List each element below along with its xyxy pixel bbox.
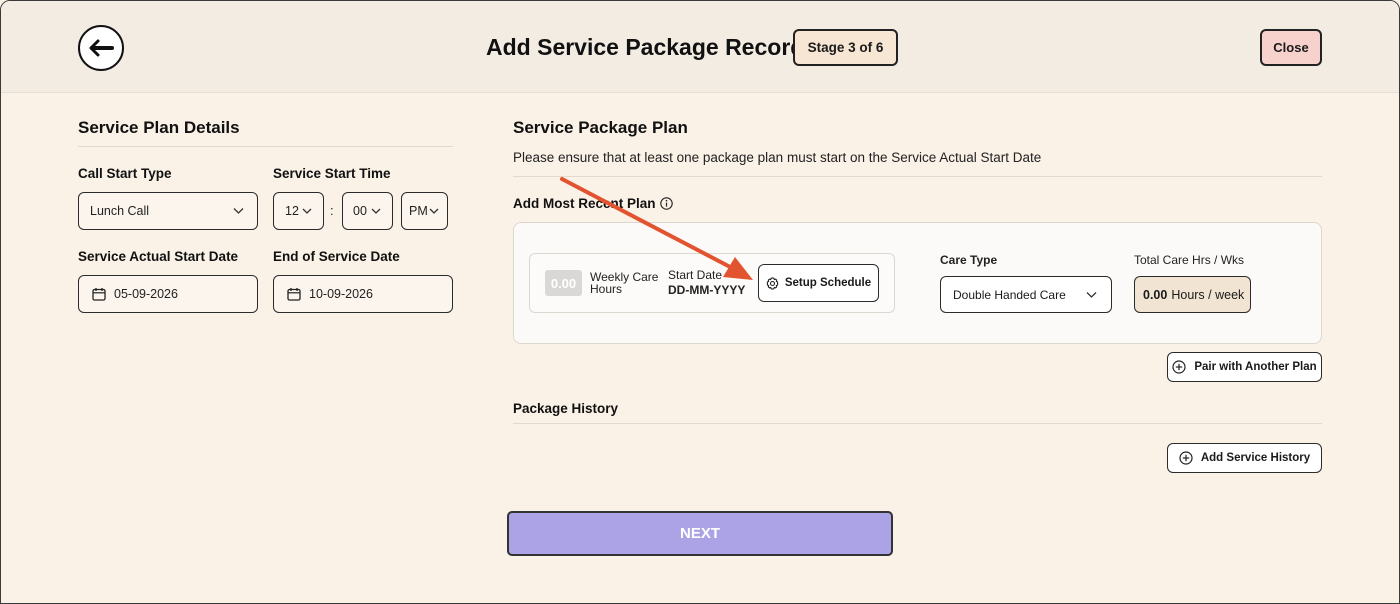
plus-circle-icon <box>1172 360 1186 374</box>
end-date-label: End of Service Date <box>273 249 400 264</box>
calendar-icon <box>287 288 301 301</box>
actual-start-date-input[interactable]: 05-09-2026 <box>78 275 258 313</box>
care-type-select[interactable]: Double Handed Care <box>940 276 1112 313</box>
total-care-unit: Hours / week <box>1171 287 1245 302</box>
chevron-down-icon <box>371 208 381 214</box>
back-button[interactable] <box>78 25 124 71</box>
chevron-down-icon <box>233 208 244 214</box>
weekly-hours-value: 0.00 <box>545 270 582 296</box>
chevron-down-icon <box>429 208 439 214</box>
minute-select[interactable]: 00 <box>342 192 393 230</box>
call-start-type-label: Call Start Type <box>78 166 172 181</box>
divider <box>513 176 1322 177</box>
end-date-value: 10-09-2026 <box>309 287 373 301</box>
pair-plan-label: Pair with Another Plan <box>1194 361 1317 373</box>
chevron-down-icon <box>302 208 312 214</box>
stage-badge: Stage 3 of 6 <box>793 29 898 66</box>
total-care-value: 0.00 <box>1143 287 1168 302</box>
arrow-left-icon <box>89 39 114 57</box>
divider <box>513 423 1322 424</box>
plan-note: Please ensure that at least one package … <box>513 150 1042 165</box>
care-type-label: Care Type <box>940 253 998 267</box>
pair-plan-button[interactable]: Pair with Another Plan <box>1167 352 1322 382</box>
time-separator: : <box>330 203 334 218</box>
add-service-history-label: Add Service History <box>1200 452 1311 464</box>
hour-value: 12 <box>285 204 299 218</box>
end-date-input[interactable]: 10-09-2026 <box>273 275 453 313</box>
package-history-title: Package History <box>513 401 619 416</box>
start-date-label: Start Date <box>668 268 723 282</box>
minute-value: 00 <box>353 204 367 218</box>
plus-circle-icon <box>1179 451 1193 465</box>
service-package-plan-title: Service Package Plan <box>513 118 688 137</box>
divider <box>78 146 453 147</box>
page-title: Add Service Package Record <box>486 34 805 60</box>
care-type-value: Double Handed Care <box>953 287 1066 302</box>
setup-schedule-button[interactable]: Setup Schedule <box>758 264 879 302</box>
gear-icon <box>766 276 779 290</box>
add-service-history-button[interactable]: Add Service History <box>1167 443 1322 473</box>
service-plan-details-title: Service Plan Details <box>78 118 240 137</box>
chevron-down-icon <box>1086 291 1097 298</box>
meridiem-value: PM <box>409 204 428 218</box>
start-date-value: DD-MM-YYYY <box>668 283 746 297</box>
actual-start-date-value: 05-09-2026 <box>114 287 178 301</box>
recent-plan-label: Add Most Recent Plan <box>513 196 656 211</box>
calendar-icon <box>92 288 106 301</box>
close-button[interactable]: Close <box>1260 29 1322 66</box>
weekly-hours-label: Hours <box>590 282 623 296</box>
service-start-time-label: Service Start Time <box>273 166 391 181</box>
call-start-type-select[interactable]: Lunch Call <box>78 192 258 230</box>
header-bar: Add Service Package Record Stage 3 of 6 … <box>1 1 1399 93</box>
total-care-hours: 0.00 Hours / week <box>1134 276 1251 313</box>
call-start-type-value: Lunch Call <box>90 204 150 218</box>
meridiem-select[interactable]: PM <box>401 192 448 230</box>
hour-select[interactable]: 12 <box>273 192 324 230</box>
setup-schedule-label: Setup Schedule <box>784 277 872 289</box>
next-button[interactable]: NEXT <box>507 511 893 556</box>
actual-start-date-label: Service Actual Start Date <box>78 249 239 264</box>
total-care-label: Total Care Hrs / Wks <box>1134 253 1245 267</box>
info-icon[interactable] <box>660 197 673 210</box>
modal-frame: Add Service Package Record Stage 3 of 6 … <box>0 0 1400 604</box>
